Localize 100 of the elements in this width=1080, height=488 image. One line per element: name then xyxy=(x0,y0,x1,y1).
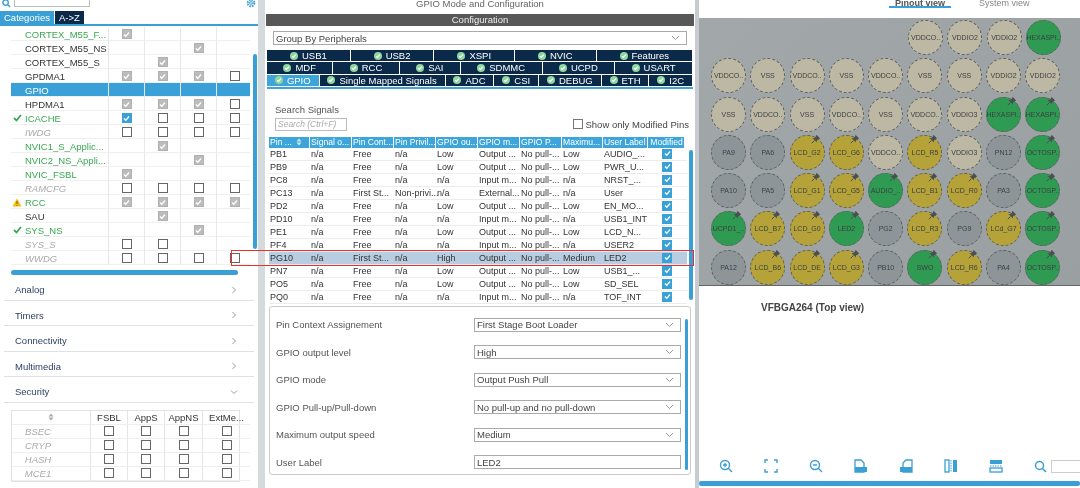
checkbox[interactable] xyxy=(662,278,672,289)
dropdown[interactable]: Medium xyxy=(474,427,681,442)
peripheral-row[interactable]: SYS_NS xyxy=(11,223,250,237)
checkbox[interactable] xyxy=(157,253,168,263)
checkbox[interactable] xyxy=(178,440,189,450)
table-row[interactable]: PE1 n/a Free n/a Low Output ... No pull-... Low LCD_N... xyxy=(269,225,687,239)
dropdown[interactable]: No pull-up and no pull-down xyxy=(474,400,681,415)
checkbox[interactable] xyxy=(193,183,204,193)
scrollbar[interactable] xyxy=(685,318,688,470)
view-tab[interactable]: Pinout view xyxy=(889,0,951,8)
checkbox[interactable] xyxy=(229,183,240,193)
checkbox[interactable] xyxy=(229,71,240,81)
checkbox[interactable] xyxy=(178,426,189,436)
checkbox[interactable] xyxy=(662,148,672,159)
table-row[interactable]: PB9 n/a Free n/a Low Output ... No pull-... Low PWR_U... xyxy=(269,160,687,174)
peripheral-row[interactable]: NVIC1_S_Applic... xyxy=(11,139,250,153)
checkbox[interactable] xyxy=(121,113,132,123)
modified-only-checkbox[interactable]: Show only Modified Pins xyxy=(572,118,689,130)
checkbox[interactable] xyxy=(193,113,204,123)
view-tab[interactable]: A->Z xyxy=(54,11,84,24)
checkbox[interactable] xyxy=(104,468,114,478)
checkbox[interactable] xyxy=(662,265,672,276)
input-field[interactable]: LED2 xyxy=(474,455,681,470)
checkbox[interactable] xyxy=(662,174,672,185)
table-row[interactable]: PB1 n/a Free n/a Low Output ... No pull-... Low AUDIO_... xyxy=(269,147,687,161)
category-header[interactable]: Timers xyxy=(4,300,254,326)
table-row[interactable]: PD2 n/a Free n/a Low Output ... No pull-... Low EN_MO... xyxy=(269,199,687,213)
table-row[interactable]: PN7 n/a Free n/a Low Output ... No pull-... Low USB1_... xyxy=(269,264,687,278)
view-tab[interactable]: System view xyxy=(973,0,1036,6)
checkbox[interactable] xyxy=(662,226,672,237)
search-field[interactable]: Search (Ctrl+F) xyxy=(275,117,347,131)
category-header[interactable]: Security xyxy=(4,377,254,403)
peripheral-row[interactable]: CORTEX_M55_S xyxy=(11,55,250,69)
checkbox[interactable] xyxy=(157,127,168,137)
checkbox[interactable] xyxy=(141,426,151,436)
checkbox[interactable] xyxy=(662,187,672,198)
checkbox[interactable] xyxy=(662,252,672,263)
dropdown[interactable]: Output Push Pull xyxy=(474,372,681,387)
checkbox[interactable] xyxy=(157,239,168,249)
checkbox[interactable] xyxy=(104,426,114,436)
dropdown[interactable]: First Stage Boot Loader xyxy=(474,317,681,332)
checkbox[interactable] xyxy=(141,440,151,450)
peripheral-row[interactable]: GPIO xyxy=(11,83,250,97)
checkbox[interactable] xyxy=(662,200,672,211)
table-row[interactable]: PD10 n/a Free n/a n/a Input m... No pull-... n/a USB1_INT xyxy=(269,212,687,226)
scrollbar[interactable] xyxy=(11,270,238,275)
peripheral-tab[interactable]: USB2 xyxy=(350,50,435,63)
peripheral-tab[interactable]: SAI xyxy=(399,62,461,75)
peripheral-tab[interactable]: RCC xyxy=(333,62,400,75)
table-row[interactable]: PQ0 n/a Free n/a n/a Input m... No pull-... n/a TOF_INT xyxy=(269,290,687,304)
search-field[interactable] xyxy=(14,0,90,7)
table-row[interactable]: PF4 n/a Free n/a n/a Input m... No pull-... n/a USER2 xyxy=(269,238,687,252)
table-row[interactable]: PC13 n/a First St... Non-privi...n/a External... No pull-... n/a User xyxy=(269,186,687,200)
peripheral-row[interactable]: ICACHE xyxy=(11,111,250,125)
checkbox[interactable] xyxy=(229,127,240,137)
checkbox[interactable] xyxy=(193,127,204,137)
dropdown[interactable]: High xyxy=(474,345,681,360)
zoom-out-icon[interactable] xyxy=(809,459,823,473)
search-icon[interactable] xyxy=(2,0,11,8)
checkbox[interactable] xyxy=(121,253,132,263)
category-header[interactable]: Multimedia xyxy=(4,351,254,377)
checkbox[interactable] xyxy=(121,239,132,249)
peripheral-tab[interactable]: UCPD xyxy=(542,62,616,75)
checkbox[interactable] xyxy=(178,468,189,478)
checkbox[interactable] xyxy=(221,426,232,436)
checkbox[interactable] xyxy=(121,183,132,193)
table-row[interactable]: PC8 n/a Free n/a n/a Input m... No pull-... n/a NRST_... xyxy=(269,173,687,187)
peripheral-tab[interactable]: XSPI xyxy=(434,50,515,63)
table-row[interactable]: PO5 n/a Free n/a Low Output ... No pull-... Low SD_SEL xyxy=(269,277,687,291)
view-tab[interactable]: Categories xyxy=(0,11,54,24)
group-by-dropdown[interactable]: Group By Peripherals xyxy=(273,31,687,45)
peripheral-row[interactable]: CORTEX_M55_NS xyxy=(11,41,250,55)
checkbox[interactable] xyxy=(662,291,672,302)
peripheral-tab[interactable]: USB1 xyxy=(267,50,351,63)
peripheral-row[interactable]: CORTEX_M55_F... xyxy=(11,27,250,41)
checkbox[interactable] xyxy=(229,113,240,123)
checkbox[interactable] xyxy=(157,113,168,123)
search-icon[interactable] xyxy=(1034,459,1047,473)
scrollbar[interactable] xyxy=(689,149,693,300)
checkbox[interactable] xyxy=(662,161,672,172)
peripheral-row[interactable]: NVIC_FSBL xyxy=(11,167,250,181)
checkbox[interactable] xyxy=(662,213,672,224)
peripheral-tab[interactable]: MDF xyxy=(267,62,334,75)
category-header[interactable]: Connectivity xyxy=(4,326,254,352)
checkbox[interactable] xyxy=(121,127,132,137)
checkbox[interactable] xyxy=(104,440,114,450)
checkbox[interactable] xyxy=(157,183,168,193)
rows-icon[interactable] xyxy=(989,459,1003,473)
checkbox[interactable] xyxy=(141,454,151,464)
checkbox[interactable] xyxy=(221,454,232,464)
category-header[interactable]: Analog xyxy=(4,275,254,301)
checkbox[interactable] xyxy=(229,253,240,263)
sort-icon[interactable] xyxy=(48,413,54,421)
peripheral-tab[interactable]: USART xyxy=(615,62,693,75)
scrollbar[interactable] xyxy=(253,54,257,249)
peripheral-tab[interactable]: Features xyxy=(596,50,693,63)
fit-screen-icon[interactable] xyxy=(764,459,778,473)
peripheral-row[interactable]: SAU xyxy=(11,209,250,223)
columns-icon[interactable] xyxy=(944,459,958,473)
peripheral-tab[interactable]: SDMMC xyxy=(460,62,543,75)
